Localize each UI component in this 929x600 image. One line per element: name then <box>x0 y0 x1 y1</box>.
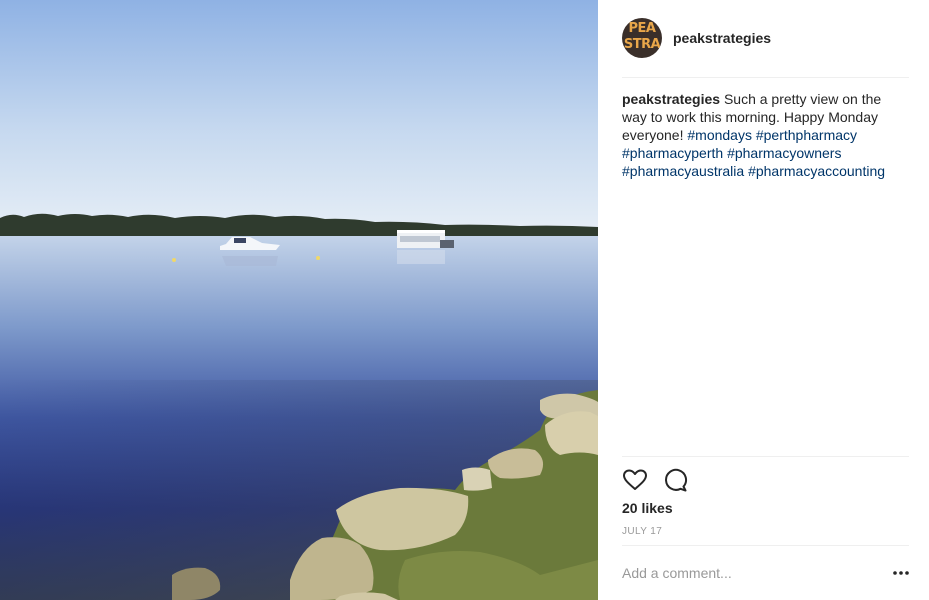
caption-username[interactable]: peakstrategies <box>622 91 720 107</box>
post-side-panel: PEA STRA peakstrategies peakstrategies S… <box>598 0 929 600</box>
header-divider <box>622 77 909 78</box>
comment-bar <box>622 558 909 588</box>
post-actions <box>622 466 702 494</box>
hashtag-mondays[interactable]: #mondays <box>687 127 752 143</box>
post-date[interactable]: JULY 17 <box>622 526 662 537</box>
avatar-logo-text: PEA STRA <box>623 21 661 52</box>
hashtag-pharmacyowners[interactable]: #pharmacyowners <box>727 145 841 161</box>
hashtag-pharmacyperth[interactable]: #pharmacyperth <box>622 145 723 161</box>
hashtag-perthpharmacy[interactable]: #perthpharmacy <box>756 127 857 143</box>
more-options-icon[interactable] <box>889 563 909 583</box>
header-username[interactable]: peakstrategies <box>673 30 771 46</box>
likes-count[interactable]: 20 likes <box>622 500 673 516</box>
hashtag-pharmacyaccounting[interactable]: #pharmacyaccounting <box>748 163 885 179</box>
heart-icon[interactable] <box>622 467 648 493</box>
comment-input[interactable] <box>622 565 889 581</box>
comment-divider <box>622 545 909 546</box>
post-photo[interactable] <box>0 0 598 600</box>
post-caption: peakstrategies Such a pretty view on the… <box>622 90 909 180</box>
avatar[interactable]: PEA STRA <box>622 18 662 58</box>
lake-scene-image <box>0 0 598 600</box>
comment-bubble-icon[interactable] <box>662 467 688 493</box>
post-header: PEA STRA peakstrategies <box>622 17 909 59</box>
actions-divider <box>622 456 909 457</box>
hashtag-pharmacyaustralia[interactable]: #pharmacyaustralia <box>622 163 744 179</box>
